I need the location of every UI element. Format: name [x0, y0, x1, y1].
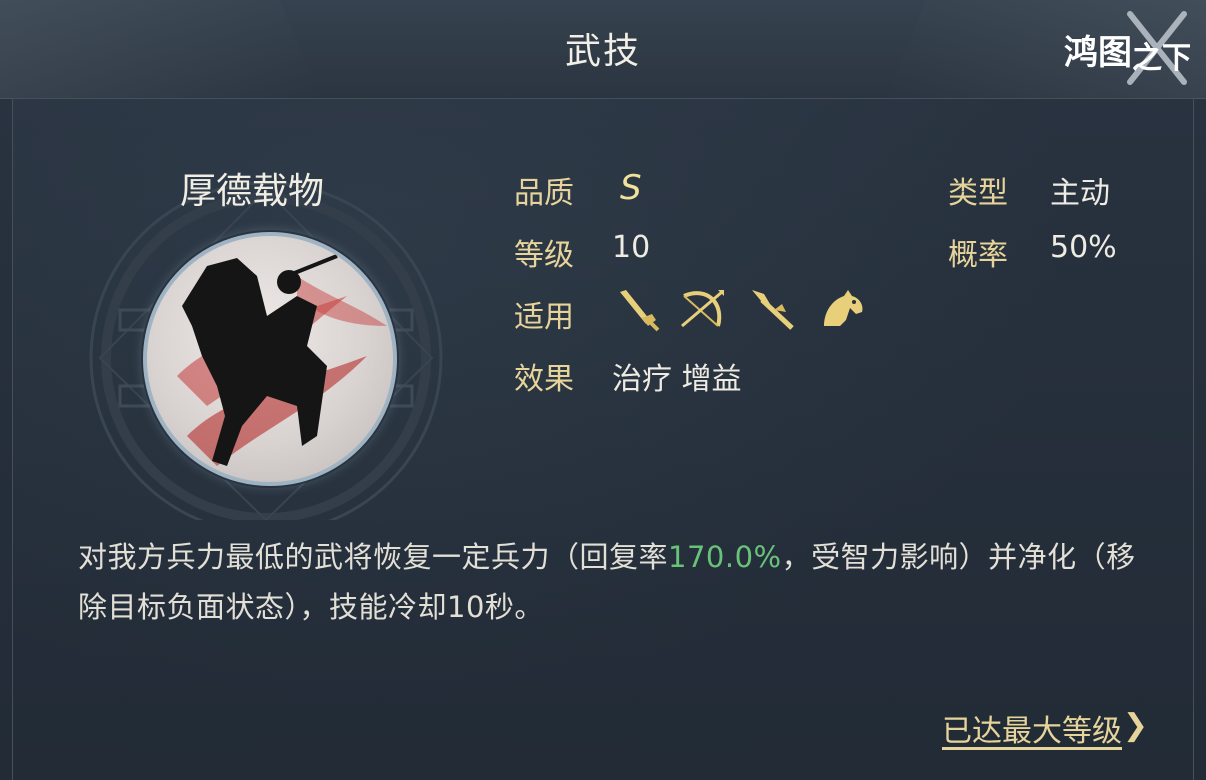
- skill-description: 对我方兵力最低的武将恢复一定兵力（回复率170.0%，受智力影响）并净化（移除目…: [78, 532, 1138, 632]
- page-title: 武技: [564, 31, 641, 72]
- game-logo: 鸿图 之下: [1064, 11, 1190, 85]
- skill-name: 厚德载物: [180, 171, 325, 212]
- effect-value: 治疗 增益: [612, 362, 742, 397]
- chevron-right-icon[interactable]: ❯: [1123, 708, 1148, 743]
- horse-icon: [824, 290, 863, 326]
- skill-portrait: [143, 232, 397, 486]
- type-label: 类型: [948, 176, 1008, 211]
- quality-value: S: [620, 168, 642, 208]
- svg-text:鸿图: 鸿图: [1064, 33, 1132, 73]
- bow-icon: [681, 290, 724, 328]
- chance-value: 50%: [1050, 230, 1117, 265]
- heal-rate-value: 170.0%: [668, 540, 782, 574]
- effect-label: 效果: [514, 362, 574, 397]
- apply-label: 适用: [514, 300, 574, 335]
- level-label: 等级: [514, 238, 574, 273]
- spear-icon: [752, 290, 794, 330]
- type-value: 主动: [1050, 176, 1110, 211]
- svg-text:之下: 之下: [1132, 41, 1190, 76]
- horseman-silhouette-icon: [177, 254, 387, 466]
- header-bar: 武技 鸿图 之下: [0, 0, 1206, 99]
- quality-label: 品质: [514, 176, 574, 211]
- sword-icon: [620, 290, 660, 332]
- chance-label: 概率: [948, 238, 1008, 273]
- level-value: 10: [612, 230, 651, 265]
- description-text-1: 对我方兵力最低的武将恢复一定兵力（回复率: [78, 540, 669, 574]
- max-level-link[interactable]: 已达最大等级: [942, 706, 1122, 750]
